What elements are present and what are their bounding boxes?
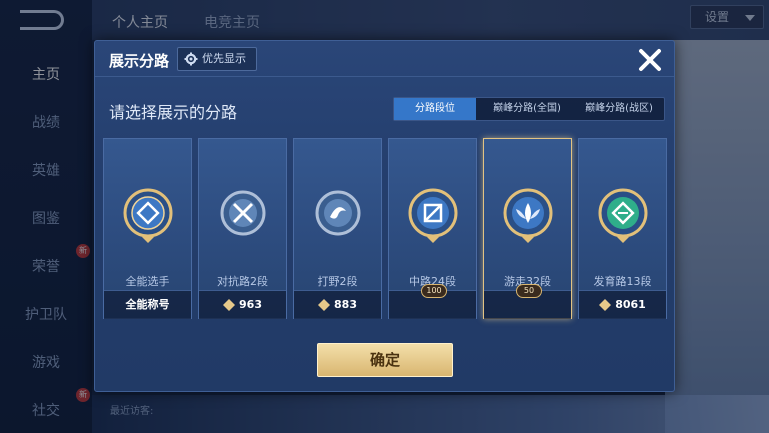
lane-name: 对抗路2段 <box>217 275 268 288</box>
rank-badge: 100 <box>421 284 447 298</box>
all-round-emblem-icon <box>123 188 173 243</box>
priority-display-button[interactable]: 优先显示 <box>177 47 257 71</box>
farm-lane-emblem-icon <box>598 188 648 243</box>
tab-lane-rank[interactable]: 分路段位 <box>394 98 476 120</box>
tab-peak-lane-national[interactable]: 巅峰分路(全国) <box>480 98 574 120</box>
dialog-header: 展示分路 优先显示 <box>95 41 674 77</box>
points-icon <box>599 299 612 311</box>
points-icon <box>223 299 236 311</box>
lane-card-clash[interactable]: 对抗路2段 963 <box>198 138 287 319</box>
lane-name: 打野2段 <box>317 275 358 288</box>
lane-points: 8061 <box>615 298 646 311</box>
priority-display-label: 优先显示 <box>202 52 246 65</box>
lane-name: 发育路13段 <box>593 275 652 288</box>
rank-badge: 50 <box>516 284 542 298</box>
lane-card-all-round[interactable]: 全能选手 全能称号 <box>103 138 192 319</box>
gear-icon <box>184 52 198 66</box>
points-icon <box>318 299 331 311</box>
lane-footer: 883 <box>294 290 381 319</box>
lane-footer: 全能称号 <box>104 290 191 319</box>
lane-name: 全能选手 <box>125 275 170 288</box>
lane-card-mid[interactable]: 中路24段 100 <box>388 138 477 319</box>
tab-peak-lane-region[interactable]: 巅峰分路(战区) <box>574 98 664 120</box>
confirm-button[interactable]: 确定 <box>317 343 453 377</box>
display-lane-dialog: 展示分路 优先显示 请选择展示的分路 分路段位 巅峰分路(全国) 巅峰分路(战区… <box>94 40 675 392</box>
jungle-emblem-icon <box>315 190 361 236</box>
lane-footer: 963 <box>199 290 286 319</box>
lane-footer: 8061 <box>579 290 666 319</box>
lane-points: 963 <box>239 298 262 311</box>
mid-lane-emblem-icon <box>408 188 458 243</box>
lane-type-tabs: 分路段位 巅峰分路(全国) 巅峰分路(战区) <box>393 97 665 121</box>
lane-points: 883 <box>334 298 357 311</box>
dialog-title: 展示分路 <box>109 52 170 70</box>
lane-card-jungle[interactable]: 打野2段 883 <box>293 138 382 319</box>
close-icon[interactable] <box>635 45 665 75</box>
roam-emblem-icon <box>503 188 553 243</box>
clash-lane-emblem-icon <box>220 190 266 236</box>
lane-card-farm[interactable]: 发育路13段 8061 <box>578 138 667 319</box>
lane-card-roam[interactable]: 游走32段 50 <box>483 138 572 319</box>
dialog-subtitle: 请选择展示的分路 <box>109 103 238 122</box>
